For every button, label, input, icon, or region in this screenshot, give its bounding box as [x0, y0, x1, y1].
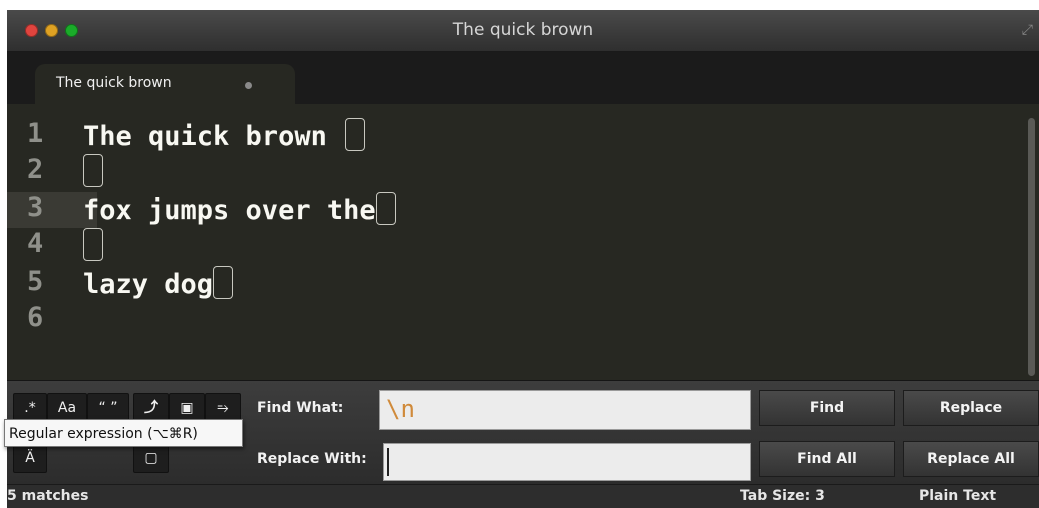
- line-number: 5: [27, 266, 44, 297]
- replace-with-label: Replace With:: [257, 451, 367, 467]
- newline-match-box: [83, 154, 103, 187]
- tab-bar: The quick brown: [7, 52, 1039, 104]
- editor-line-current: 3 fox jumps over the: [7, 192, 396, 228]
- replace-button[interactable]: Replace: [903, 390, 1039, 426]
- replace-with-input[interactable]: [383, 443, 751, 481]
- line-number: 4: [27, 228, 44, 259]
- newline-match-box: [83, 228, 103, 261]
- find-button[interactable]: Find: [759, 390, 895, 426]
- text-editor[interactable]: 1 The quick brown 2 3 fox jumps over the…: [7, 104, 1039, 380]
- line-number: 3: [27, 192, 44, 223]
- line-text: fox jumps over the: [83, 192, 396, 226]
- title-bar: The quick brown ⤢: [7, 10, 1039, 52]
- tab-size-selector[interactable]: Tab Size: 3: [740, 488, 825, 504]
- line-text: [83, 228, 103, 262]
- find-what-label: Find What:: [257, 400, 344, 416]
- newline-match-box: [375, 192, 396, 225]
- status-bar: 5 matches Tab Size: 3 Plain Text: [7, 484, 1039, 508]
- newline-match-box: [213, 266, 234, 299]
- line-number: 2: [27, 154, 44, 185]
- find-what-value: \n: [386, 395, 415, 423]
- file-tab-label: The quick brown: [56, 75, 172, 91]
- text-cursor: [387, 448, 389, 476]
- line-number: 6: [27, 302, 44, 333]
- tab-close-dot-icon[interactable]: [245, 82, 252, 89]
- file-tab[interactable]: The quick brown: [35, 64, 295, 104]
- fullscreen-icon[interactable]: ⤢: [1022, 22, 1033, 38]
- regex-tooltip: Regular expression (⌥⌘R): [4, 419, 243, 447]
- line-text: lazy dog: [83, 266, 234, 300]
- newline-match-box: [345, 118, 366, 151]
- find-all-button[interactable]: Find All: [759, 441, 895, 477]
- find-what-input[interactable]: \n: [379, 390, 751, 430]
- window-title: The quick brown: [452, 20, 594, 40]
- line-number: 1: [27, 118, 44, 149]
- replace-all-button[interactable]: Replace All: [903, 441, 1039, 477]
- vertical-scrollbar[interactable]: [1028, 118, 1035, 376]
- line-text: [83, 154, 103, 188]
- line-text: The quick brown: [83, 118, 366, 152]
- syntax-selector[interactable]: Plain Text: [919, 488, 996, 504]
- match-count: 5 matches: [7, 488, 89, 504]
